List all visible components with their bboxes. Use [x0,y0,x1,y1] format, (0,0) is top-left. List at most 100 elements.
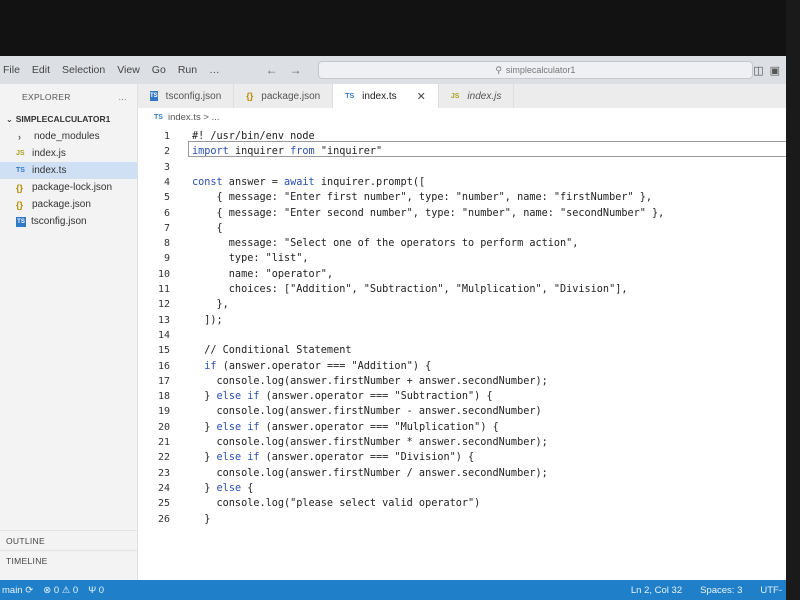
tree-item-package-json[interactable]: {} package.json [0,196,137,213]
code-text: } else if (answer.operator === "Subtract… [192,391,493,403]
line-number: 8 [163,238,170,250]
line-number: 9 [163,253,170,265]
code-text: { [192,222,223,234]
code-line[interactable]: 19 console.log(answer.firstNumber - answ… [138,404,786,419]
tree-item-package-lock-json[interactable]: {} package-lock.json [0,179,137,196]
code-text: { message: "Enter second number", type: … [192,207,665,219]
code-line[interactable]: 5 { message: "Enter first number", type:… [138,190,786,205]
explorer-more-button[interactable]: … [118,92,127,102]
code-line[interactable]: 25 console.log("please select valid oper… [138,496,786,511]
breadcrumb[interactable]: TS index.ts > ... [138,108,786,126]
code-line[interactable]: 1 #! /usr/bin/env node [138,129,786,144]
code-text: import inquirer from "inquirer" [192,146,383,158]
code-line[interactable]: 7 { [138,221,786,236]
code-line[interactable]: 20 } else if (answer.operator === "Mulpl… [138,420,786,435]
line-number: 18 [157,391,170,403]
code-text: } else if (answer.operator === "Division… [192,452,475,464]
menu-go[interactable]: Go [146,64,172,76]
line-number: 2 [163,146,170,158]
code-line[interactable]: 14 [138,328,786,343]
javascript-file-icon: JS [450,92,460,100]
typescript-file-icon: TS [16,167,25,174]
outline-section[interactable]: OUTLINE [0,530,138,550]
tab-tsconfig-json[interactable]: TS tsconfig.json [138,84,235,108]
outline-label: OUTLINE [6,535,45,546]
json-file-icon: {} [16,199,24,210]
close-icon[interactable]: ✕ [417,90,426,103]
toggle-sidebar-icon[interactable]: ◫ [753,64,763,77]
status-bar: main ⟳ ⊗ 0 ⚠ 0 Ψ 0 Ln 2, Col 32 Spaces: … [0,580,786,600]
tab-index-ts[interactable]: TS index.ts ✕ [333,84,439,108]
code-line[interactable]: 18 } else if (answer.operator === "Subtr… [138,389,786,404]
code-text: type: "list", [192,253,309,265]
code-text: console.log("please select valid operato… [192,498,481,510]
indentation-status[interactable]: Spaces: 3 [700,585,742,596]
code-line[interactable]: 16 if (answer.operator === "Addition") { [138,359,786,374]
code-text: }, [192,299,229,311]
workspace-folder[interactable]: ⌄ SIMPLECALCULATOR1 [0,110,137,128]
code-line[interactable]: 24 } else { [138,481,786,496]
breadcrumb-text: index.ts > ... [167,111,220,123]
monitor-bezel-right [786,0,800,600]
tab-index-js[interactable]: JS index.js [439,84,515,108]
line-number: 19 [157,406,170,418]
code-editor[interactable]: 1 #! /usr/bin/env node 2 import inquirer fr… [138,126,786,580]
code-line[interactable]: 4 const answer = await inquirer.prompt([ [138,175,786,190]
code-line[interactable]: 10 name: "operator", [138,267,786,282]
tree-item-tsconfig-json[interactable]: TS tsconfig.json [0,213,137,230]
code-text: } else { [192,482,254,494]
line-number: 17 [157,375,170,387]
tree-item-node-modules[interactable]: › node_modules [0,128,137,145]
toggle-panel-icon[interactable]: ▣ [770,64,780,77]
code-line[interactable]: 17 console.log(answer.firstNumber + answ… [138,374,786,389]
nav-arrows: ← → [266,63,302,77]
code-line[interactable]: 23 console.log(answer.firstNumber / answ… [138,466,786,481]
command-center-search[interactable]: ⚲ simplecalculator1 [317,61,754,79]
code-line[interactable]: 13 ]); [138,313,786,328]
code-line[interactable]: 8 message: "Select one of the operators … [138,236,786,251]
back-arrow-icon[interactable]: ← [266,63,278,77]
tree-item-index-ts[interactable]: TS index.ts [0,162,137,179]
tree-item-index-js[interactable]: JS index.js [0,145,137,162]
code-line[interactable]: 6 { message: "Enter second number", type… [138,206,786,221]
code-line[interactable]: 12 }, [138,297,786,312]
line-number: 13 [157,314,170,326]
menu-view[interactable]: View [111,64,146,76]
branch-status[interactable]: main ⟳ [2,585,33,596]
line-number: 24 [157,482,170,494]
code-line[interactable]: 3 [138,160,786,175]
encoding-status[interactable]: UTF- [760,585,782,596]
tab-label: index.ts [362,90,397,102]
code-text: ]); [192,314,223,326]
menu-selection[interactable]: Selection [56,64,111,76]
menu-file[interactable]: File [0,64,26,76]
code-line[interactable]: 21 console.log(answer.firstNumber * answ… [138,435,786,450]
code-line[interactable]: 22 } else if (answer.operator === "Divis… [138,450,786,465]
code-line[interactable]: 11 choices: ["Addition", "Subtraction", … [138,282,786,297]
code-text: choices: ["Addition", "Subtraction", "Mu… [192,284,628,295]
code-line[interactable]: 15 // Conditional Statement [138,343,786,358]
timeline-section[interactable]: TIMELINE [0,550,138,570]
tree-item-label: package-lock.json [32,182,113,193]
code-text: const answer = await inquirer.prompt([ [192,176,426,188]
line-number: 3 [163,161,170,173]
menu-edit[interactable]: Edit [26,64,56,76]
code-line[interactable]: 26 } [138,512,786,527]
tree-item-label: tsconfig.json [31,216,87,227]
code-line[interactable]: 2 import inquirer from "inquirer" [138,144,786,159]
menu-more[interactable]: … [203,64,226,76]
cursor-position[interactable]: Ln 2, Col 32 [631,585,682,596]
forward-arrow-icon[interactable]: → [290,63,302,77]
code-line[interactable]: 9 type: "list", [138,251,786,266]
line-number: 11 [157,284,170,295]
ports-status[interactable]: Ψ 0 [88,585,104,596]
code-text: console.log(answer.firstNumber / answer.… [192,467,548,479]
chevron-right-icon: › [18,131,21,142]
problems-status[interactable]: ⊗ 0 ⚠ 0 [43,585,78,596]
menu-run[interactable]: Run [172,64,203,76]
tree-item-label: node_modules [34,131,100,142]
code-text: console.log(answer.firstNumber - answer.… [192,406,542,418]
tab-package-json[interactable]: {} package.json [234,84,334,108]
line-number: 21 [157,437,170,448]
tree-item-label: index.ts [32,165,67,176]
